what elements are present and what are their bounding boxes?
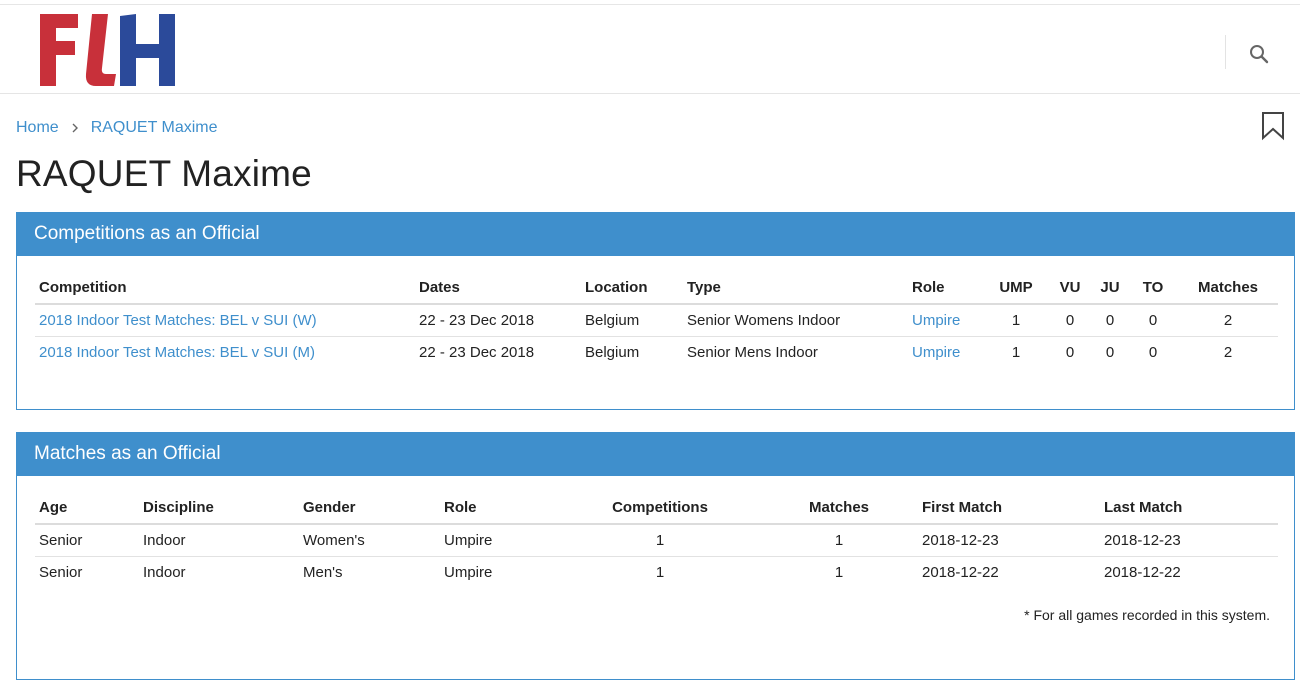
ju-cell: 0 — [1092, 304, 1128, 337]
competition-link[interactable]: 2018 Indoor Test Matches: BEL v SUI (W) — [39, 312, 317, 329]
role-cell: Umpire — [440, 524, 560, 557]
gender-cell: Men's — [303, 563, 343, 581]
col-vu[interactable]: VU — [1048, 271, 1092, 305]
vu-cell: 0 — [1048, 304, 1092, 337]
role-cell: Umpire — [444, 563, 493, 581]
bookmark-icon[interactable] — [1260, 111, 1286, 141]
col-gender[interactable]: Gender — [299, 491, 440, 525]
role-link[interactable]: Umpire — [912, 312, 960, 329]
first-match-cell: 2018-12-22 — [922, 563, 999, 581]
gender-cell: Women's — [299, 524, 440, 557]
matches-cell: 2 — [1178, 304, 1278, 337]
col-last-match[interactable]: Last Match — [1100, 491, 1278, 525]
table-row: 2018 Indoor Test Matches: BEL v SUI (M) … — [35, 336, 1278, 368]
col-location[interactable]: Location — [581, 271, 683, 305]
col-matches[interactable]: Matches — [1178, 271, 1278, 305]
type-cell: Senior Womens Indoor — [683, 304, 908, 337]
to-cell: 0 — [1128, 304, 1178, 337]
dates-cell: 22 - 23 Dec 2018 — [415, 304, 581, 337]
page-title: RAQUET Maxime — [16, 153, 312, 194]
age-cell: Senior — [35, 524, 139, 557]
competitions-cell: 1 — [655, 563, 665, 581]
col-matches[interactable]: Matches — [760, 491, 918, 525]
col-competitions[interactable]: Competitions — [560, 491, 760, 525]
col-discipline[interactable]: Discipline — [139, 491, 299, 525]
breadcrumb-home[interactable]: Home — [16, 119, 59, 137]
matches-panel: Matches as an Official Age Discipline Ge… — [16, 432, 1295, 680]
search-icon[interactable] — [1248, 43, 1270, 65]
col-role[interactable]: Role — [908, 271, 984, 305]
competition-link[interactable]: 2018 Indoor Test Matches: BEL v SUI (M) — [39, 344, 315, 361]
discipline-cell: Indoor — [139, 524, 299, 557]
location-cell: Belgium — [581, 304, 683, 337]
col-competition[interactable]: Competition — [35, 271, 415, 305]
table-row: 2018 Indoor Test Matches: BEL v SUI (W) … — [35, 304, 1278, 337]
matches-cell: 1 — [760, 524, 918, 557]
breadcrumb-current[interactable]: RAQUET Maxime — [91, 119, 218, 137]
ju-cell: 0 — [1105, 343, 1115, 361]
col-age[interactable]: Age — [35, 491, 139, 525]
type-cell: Senior Mens Indoor — [687, 343, 818, 361]
table-row: Senior Indoor Men's Umpire 1 1 2018-12-2… — [35, 556, 1278, 588]
col-ju[interactable]: JU — [1092, 271, 1128, 305]
fih-logo[interactable] — [40, 14, 195, 86]
site-header — [0, 5, 1300, 94]
matches-panel-title: Matches as an Official — [17, 433, 1294, 476]
table-header-row: Competition Dates Location Type Role UMP… — [35, 271, 1278, 305]
location-cell: Belgium — [585, 343, 640, 361]
col-dates[interactable]: Dates — [415, 271, 581, 305]
competitions-table: Competition Dates Location Type Role UMP… — [35, 271, 1278, 368]
matches-table: Age Discipline Gender Role Competitions … — [35, 491, 1278, 588]
first-match-cell: 2018-12-23 — [918, 524, 1100, 557]
col-first-match[interactable]: First Match — [918, 491, 1100, 525]
ump-cell: 1 — [1011, 343, 1021, 361]
col-to[interactable]: TO — [1128, 271, 1178, 305]
matches-cell: 2 — [1223, 343, 1233, 361]
footnote: * For all games recorded in this system. — [1024, 607, 1270, 623]
matches-cell: 1 — [834, 563, 844, 581]
competitions-panel-title: Competitions as an Official — [17, 213, 1294, 256]
vu-cell: 0 — [1065, 343, 1075, 361]
ump-cell: 1 — [984, 304, 1048, 337]
discipline-cell: Indoor — [143, 563, 186, 581]
table-row: Senior Indoor Women's Umpire 1 1 2018-12… — [35, 524, 1278, 557]
last-match-cell: 2018-12-22 — [1104, 563, 1181, 581]
dates-cell: 22 - 23 Dec 2018 — [419, 343, 535, 361]
breadcrumb: Home RAQUET Maxime — [16, 119, 218, 137]
last-match-cell: 2018-12-23 — [1100, 524, 1278, 557]
to-cell: 0 — [1148, 343, 1158, 361]
competitions-panel: Competitions as an Official Competition … — [16, 212, 1295, 410]
col-type[interactable]: Type — [683, 271, 908, 305]
age-cell: Senior — [39, 563, 83, 581]
col-role[interactable]: Role — [440, 491, 560, 525]
header-divider — [1225, 35, 1226, 69]
chevron-right-icon — [72, 123, 78, 133]
role-link[interactable]: Umpire — [912, 344, 960, 361]
col-ump[interactable]: UMP — [984, 271, 1048, 305]
table-header-row: Age Discipline Gender Role Competitions … — [35, 491, 1278, 525]
competitions-cell: 1 — [560, 524, 760, 557]
